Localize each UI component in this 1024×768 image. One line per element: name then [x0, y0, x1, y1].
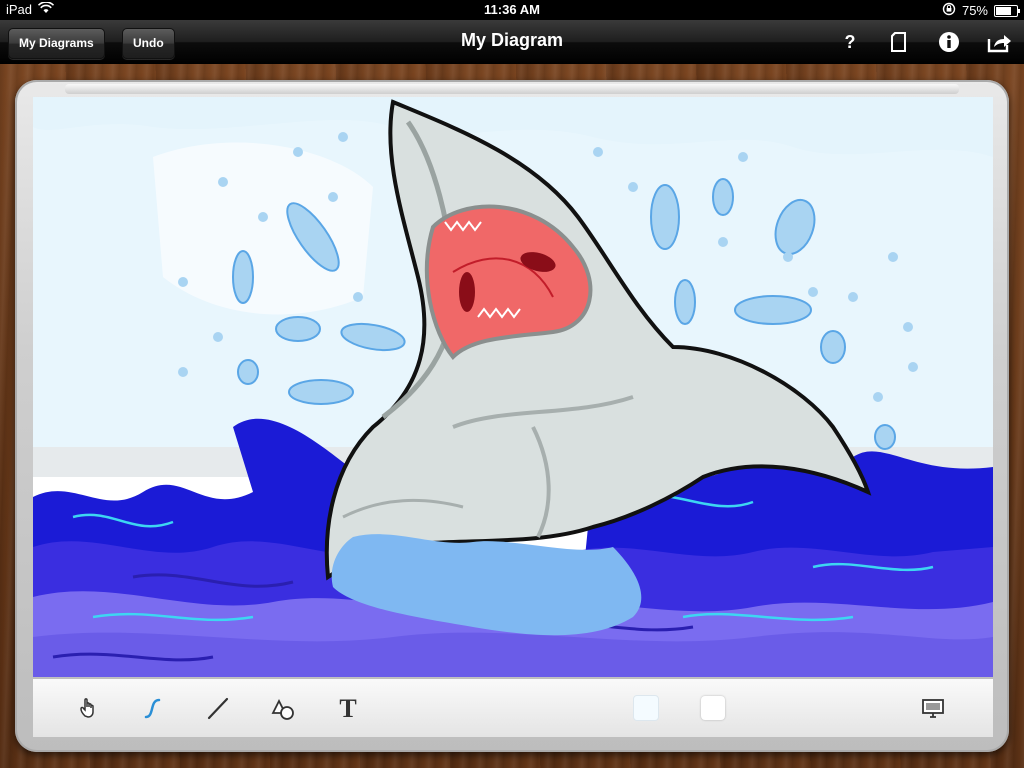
rotation-lock-icon [942, 2, 956, 19]
battery-percent: 75% [961, 3, 988, 18]
clock: 11:36 AM [484, 2, 540, 17]
shark-drawing [33, 97, 993, 677]
line-tool-icon[interactable] [203, 693, 233, 723]
freehand-pen-icon[interactable] [137, 693, 167, 723]
presentation-monitor-icon[interactable] [918, 693, 948, 723]
share-icon[interactable] [985, 29, 1013, 55]
drawing-canvas[interactable] [33, 97, 993, 677]
frame-top-strip [65, 84, 959, 94]
drawing-toolbar: T [33, 678, 993, 737]
navigation-bar: My Diagrams Undo My Diagram ? [0, 20, 1024, 65]
status-bar: iPad 11:36 AM 75% [0, 0, 1024, 20]
page-title: My Diagram [460, 30, 564, 50]
battery-icon [994, 4, 1020, 17]
help-icon[interactable]: ? [836, 29, 864, 55]
hand-tool-icon[interactable] [74, 693, 104, 723]
help-glyph: ? [845, 32, 856, 52]
info-icon[interactable] [935, 29, 963, 55]
text-tool-icon[interactable]: T [333, 693, 363, 723]
stroke-color-swatch[interactable] [633, 695, 659, 721]
shape-tool-icon[interactable] [268, 693, 298, 723]
text-tool-glyph: T [339, 694, 356, 723]
fill-color-swatch[interactable] [701, 696, 725, 720]
page-icon[interactable] [885, 29, 913, 55]
